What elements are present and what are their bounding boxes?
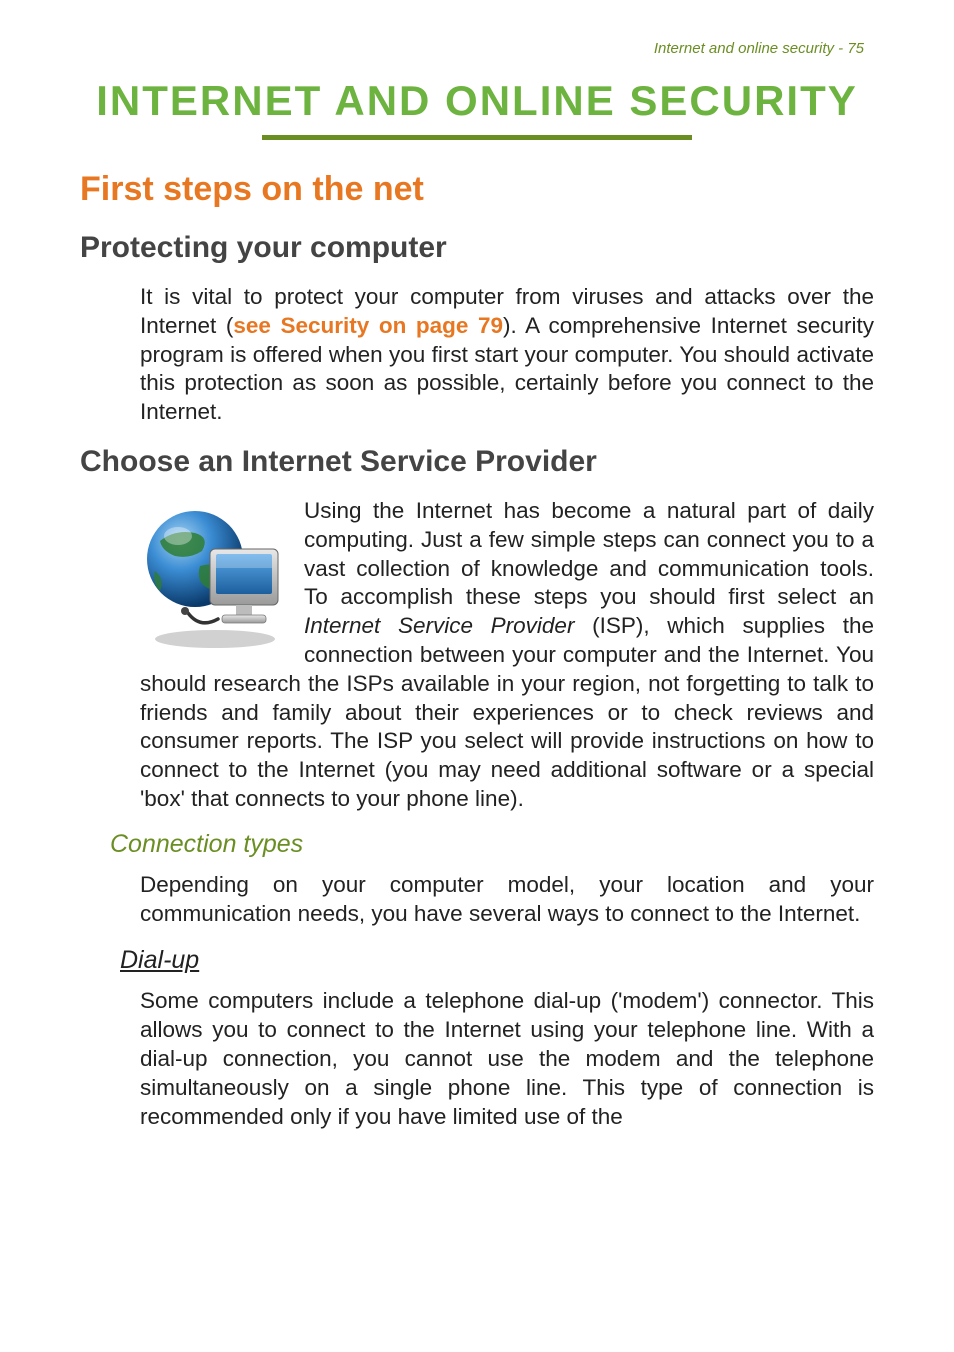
document-page: Internet and online security - 75 INTERN…	[0, 0, 954, 1189]
subsection-heading-isp: Choose an Internet Service Provider	[80, 445, 874, 479]
subsection-heading-protecting: Protecting your computer	[80, 231, 874, 265]
isp-content-block: Using the Internet has become a natural …	[140, 497, 874, 814]
globe-monitor-icon	[140, 501, 290, 651]
text-fragment: Using the Internet has become a natural …	[304, 498, 874, 609]
main-title: INTERNET AND ONLINE SECURITY	[80, 77, 874, 125]
isp-term: Internet Service Provider	[304, 613, 574, 638]
page-header: Internet and online security - 75	[80, 40, 874, 57]
dialup-paragraph: Some computers include a telephone dial-…	[140, 987, 874, 1131]
section-heading-first-steps: First steps on the net	[80, 170, 874, 209]
title-underline	[262, 135, 692, 140]
subheading-connection-types: Connection types	[110, 830, 874, 859]
connection-types-paragraph: Depending on your computer model, your l…	[140, 871, 874, 929]
protecting-paragraph: It is vital to protect your computer fro…	[140, 283, 874, 427]
cross-reference-link[interactable]: see Security on page 79	[233, 313, 503, 338]
subheading-dialup: Dial-up	[120, 946, 874, 975]
